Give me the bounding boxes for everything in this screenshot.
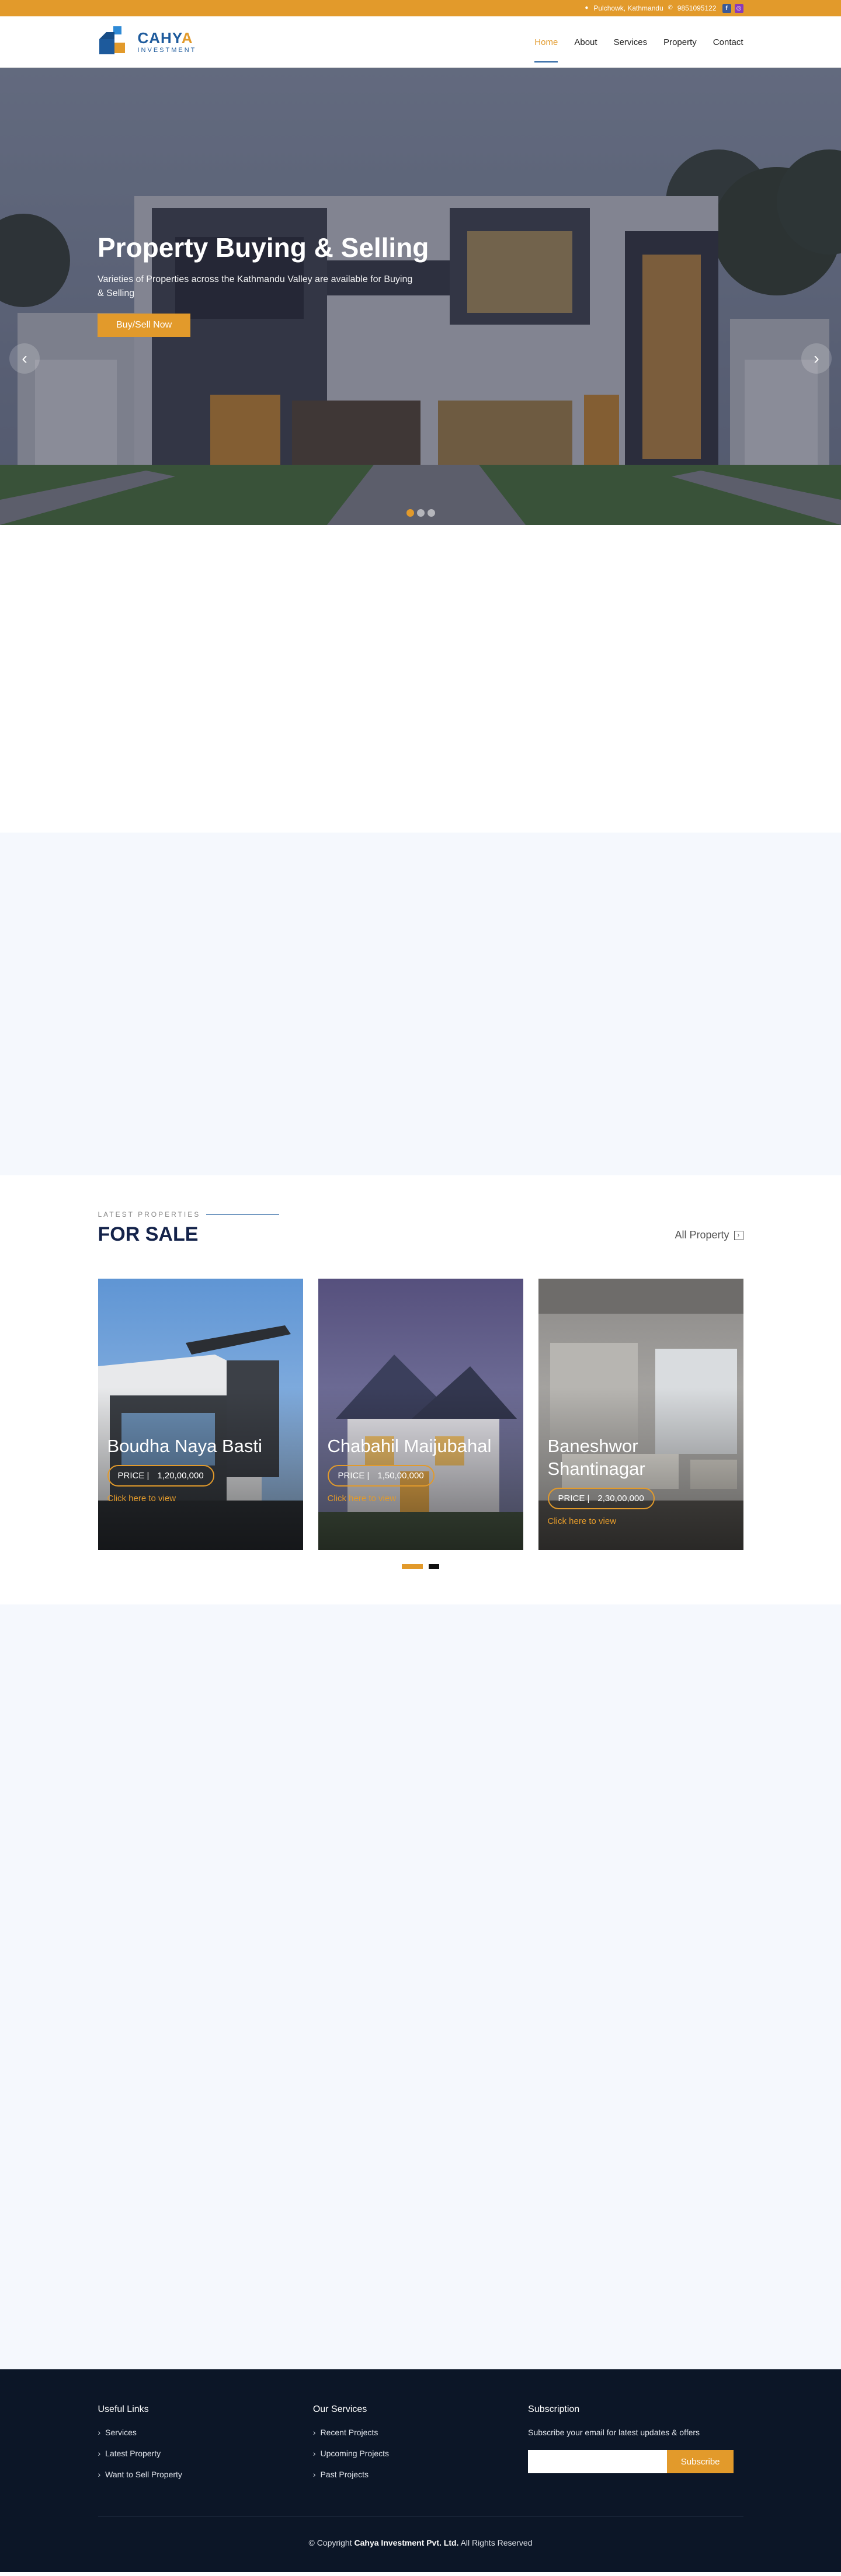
empty-section (0, 525, 841, 833)
price-label: PRICE (117, 1470, 145, 1481)
chevron-right-icon[interactable]: › (801, 343, 832, 374)
property-card[interactable]: Chabahil Maijubahal PRICE | 1,50,00,000 … (318, 1279, 523, 1550)
phone-text[interactable]: 9851095122 (677, 4, 717, 12)
phone-icon: ✆ (668, 5, 673, 11)
carousel-pager (98, 1564, 743, 1569)
footer-heading: Useful Links (98, 2404, 149, 2414)
section-title: FOR SALE (98, 1223, 199, 1245)
footer-link[interactable]: Upcoming Projects (313, 2449, 528, 2458)
hero-slider: Property Buying & Selling Varieties of P… (0, 68, 841, 525)
property-name: Baneshwor Shantinagar (547, 1436, 645, 1479)
buy-sell-button[interactable]: Buy/Sell Now (98, 313, 191, 337)
map-marker-icon: ● (585, 5, 589, 11)
all-property-label: All Property (675, 1229, 729, 1241)
hero-content: Property Buying & Selling Varieties of P… (98, 232, 448, 337)
pager-dot[interactable] (402, 1564, 423, 1569)
subscription: Subscription Subscribe your email for la… (528, 2404, 743, 2491)
facebook-icon[interactable]: f (722, 4, 731, 13)
nav-services[interactable]: Services (614, 34, 648, 51)
pager-dot[interactable] (429, 1564, 439, 1569)
logo-name: CAHY (137, 29, 182, 47)
latest-properties-section: LATEST PROPERTIES FOR SALE All Property … (0, 1175, 841, 1604)
nav-property[interactable]: Property (663, 34, 697, 51)
useful-links: Useful Links Services Latest Property Wa… (98, 2404, 313, 2491)
site-header: CAHYA INVESTMENT Home About Services Pro… (0, 16, 841, 68)
kicker-divider (206, 1214, 280, 1215)
subscribe-button[interactable]: Subscribe (667, 2450, 734, 2473)
view-property-link[interactable]: Click here to view (328, 1494, 503, 1503)
slider-dots (0, 509, 841, 517)
footer-link[interactable]: Past Projects (313, 2470, 528, 2479)
view-property-link[interactable]: Click here to view (548, 1516, 723, 1526)
slider-dot[interactable] (406, 509, 414, 517)
footer-link[interactable]: Recent Projects (313, 2428, 528, 2437)
empty-section (0, 1604, 841, 2369)
nav-home[interactable]: Home (534, 34, 558, 62)
logo-mark-icon (98, 25, 134, 59)
slider-dot[interactable] (416, 509, 425, 517)
price-label: PRICE (558, 1493, 585, 1503)
site-footer: Useful Links Services Latest Property Wa… (0, 2369, 841, 2572)
section-kicker: LATEST PROPERTIES (98, 1210, 201, 1219)
property-name: Chabahil Maijubahal (327, 1436, 492, 1456)
footer-link[interactable]: Latest Property (98, 2449, 313, 2458)
price-value: 1,20,00,000 (157, 1470, 204, 1481)
subscription-text: Subscribe your email for latest updates … (528, 2428, 700, 2437)
hero-subtitle: Varieties of Properties across the Kathm… (98, 274, 413, 298)
empty-section (0, 833, 841, 1175)
nav-about[interactable]: About (574, 34, 597, 51)
price-value: 1,50,00,000 (377, 1470, 424, 1481)
copyright: © Copyright Cahya Investment Pvt. Ltd. A… (308, 2538, 533, 2547)
footer-heading: Our Services (312, 2404, 367, 2414)
footer-link[interactable]: Services (98, 2428, 313, 2437)
footer-link[interactable]: Want to Sell Property (98, 2470, 313, 2479)
chevron-left-icon[interactable]: ‹ (9, 343, 40, 374)
slider-dot[interactable] (427, 509, 435, 517)
subscribe-form: Subscribe (528, 2450, 743, 2473)
top-bar: ● Pulchowk, Kathmandu ✆ 9851095122 f ◎ (0, 0, 841, 16)
price-badge: PRICE | 1,50,00,000 (327, 1464, 435, 1487)
logo-tagline: INVESTMENT (137, 47, 197, 54)
price-label: PRICE (338, 1470, 365, 1481)
arrow-right-icon: › (734, 1230, 743, 1240)
footer-heading: Subscription (528, 2404, 580, 2414)
email-field[interactable] (528, 2450, 668, 2473)
nav-contact[interactable]: Contact (713, 34, 743, 51)
price-badge: PRICE | 1,20,00,000 (107, 1464, 214, 1487)
property-name: Boudha Naya Basti (107, 1436, 262, 1456)
logo-name-accent: A (181, 29, 193, 47)
property-card[interactable]: Baneshwor Shantinagar PRICE | 2,30,00,00… (538, 1279, 743, 1550)
price-badge: PRICE | 2,30,00,000 (547, 1487, 655, 1509)
main-nav: Home About Services Property Contact (534, 16, 743, 68)
instagram-icon[interactable]: ◎ (734, 4, 743, 13)
property-card[interactable]: Boudha Naya Basti PRICE | 1,20,00,000 Cl… (98, 1279, 303, 1550)
all-property-link[interactable]: All Property › (675, 1229, 743, 1241)
hero-title: Property Buying & Selling (98, 232, 429, 263)
company-name: Cahya Investment Pvt. Ltd. (354, 2538, 459, 2547)
view-property-link[interactable]: Click here to view (107, 1494, 283, 1503)
price-value: 2,30,00,000 (597, 1493, 644, 1503)
site-logo[interactable]: CAHYA INVESTMENT (98, 25, 197, 59)
location-text: Pulchowk, Kathmandu (593, 4, 663, 12)
our-services: Our Services Recent Projects Upcoming Pr… (313, 2404, 528, 2491)
